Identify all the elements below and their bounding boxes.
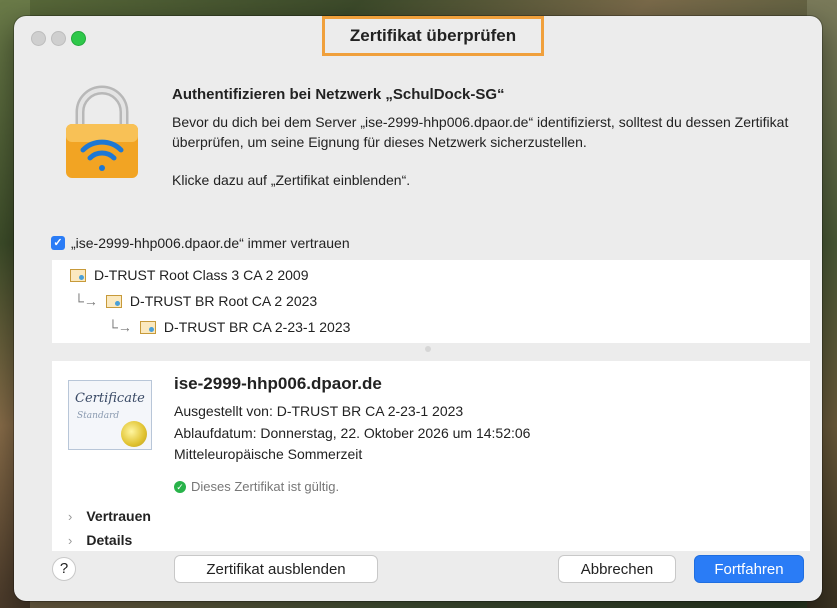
always-trust-row[interactable]: ✓ „ise-2999-hhp006.dpaor.de“ immer vertr… [51, 235, 350, 251]
trust-disclosure[interactable]: › Vertrauen [68, 508, 151, 524]
dialog-hint: Klicke dazu auf „Zertifikat einblenden“. [172, 172, 411, 188]
title-bar: Zertifikat überprüfen [14, 16, 822, 60]
chain-item-issuer[interactable]: └→ D-TRUST BR CA 2-23-1 2023 [108, 319, 350, 335]
hierarchy-arrow-icon: └→ [74, 293, 98, 309]
certificate-icon [105, 294, 122, 308]
minimize-window-button[interactable] [51, 31, 66, 46]
chain-item-root[interactable]: D-TRUST Root Class 3 CA 2 2009 [70, 267, 309, 283]
chain-item-label: D-TRUST Root Class 3 CA 2 2009 [94, 267, 309, 283]
chevron-right-icon: › [68, 532, 73, 548]
window-title: Zertifikat überprüfen [322, 16, 544, 56]
split-view-handle[interactable] [425, 346, 431, 352]
help-button[interactable]: ? [52, 557, 76, 581]
issued-by: Ausgestellt von: D-TRUST BR CA 2-23-1 20… [174, 403, 464, 419]
chevron-right-icon: › [68, 508, 73, 524]
wifi-lock-icon [66, 85, 138, 178]
always-trust-label: „ise-2999-hhp006.dpaor.de“ immer vertrau… [71, 235, 350, 251]
expiry-timezone: Mitteleuropäische Sommerzeit [174, 446, 363, 462]
dialog-description: Bevor du dich bei dem Server „ise-2999-h… [172, 114, 789, 150]
certificate-icon [70, 268, 86, 282]
zoom-window-button[interactable] [71, 31, 86, 46]
trust-disclosure-label: Vertrauen [86, 508, 151, 524]
hide-certificate-button[interactable]: Zertifikat ausblenden [174, 555, 378, 583]
certificate-image-subtitle: Standard [77, 411, 120, 421]
chain-item-intermediate[interactable]: └→ D-TRUST BR Root CA 2 2023 [74, 293, 317, 309]
expiry-date: Ablaufdatum: Donnerstag, 22. Oktober 202… [174, 425, 531, 441]
certificate-icon [139, 320, 156, 334]
validity-status: ✓ Dieses Zertifikat ist gültig. [174, 479, 339, 494]
certificate-name: ise-2999-hhp006.dpaor.de [174, 374, 382, 393]
checkmark-circle-icon: ✓ [174, 480, 186, 493]
chain-item-label: D-TRUST BR Root CA 2 2023 [129, 293, 318, 309]
certificate-dialog: Zertifikat überprüfen Authentifizieren b… [14, 16, 822, 601]
certificate-chain-list: D-TRUST Root Class 3 CA 2 2009 └→ D-TRUS… [52, 260, 810, 343]
continue-button[interactable]: Fortfahren [694, 555, 804, 583]
cancel-button[interactable]: Abbrechen [558, 555, 676, 583]
certificate-image-title: Certificate [75, 391, 145, 406]
details-disclosure[interactable]: › Details [68, 532, 132, 548]
close-window-button[interactable] [31, 31, 46, 46]
seal-icon [121, 421, 147, 447]
certificate-detail-panel: Certificate Standard ise-2999-hhp006.dpa… [52, 361, 810, 551]
details-disclosure-label: Details [86, 532, 133, 548]
certificate-image: Certificate Standard [68, 380, 152, 450]
dialog-heading: Authentifizieren bei Netzwerk „SchulDock… [172, 86, 505, 103]
chain-item-label: D-TRUST BR CA 2-23-1 2023 [163, 319, 351, 335]
always-trust-checkbox[interactable]: ✓ [51, 236, 65, 250]
hierarchy-arrow-icon: └→ [108, 319, 132, 335]
validity-status-text: Dieses Zertifikat ist gültig. [191, 479, 340, 494]
